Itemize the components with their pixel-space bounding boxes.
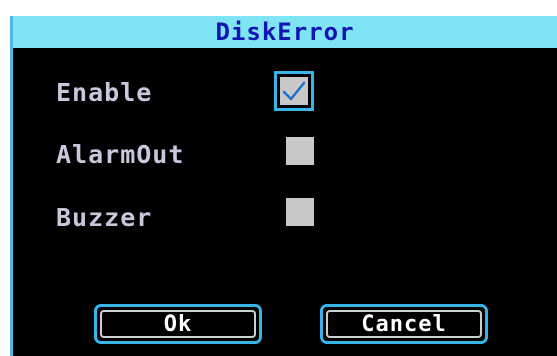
enable-checkbox[interactable] (274, 71, 314, 111)
cancel-button[interactable]: Cancel (320, 304, 488, 344)
ok-button-label: Ok (100, 310, 256, 338)
ok-button[interactable]: Ok (94, 304, 262, 344)
checkmark-icon (282, 81, 306, 101)
disk-error-dialog: DiskError Enable AlarmOut Buzzer Ok Canc… (10, 16, 557, 356)
buzzer-checkbox[interactable] (286, 198, 314, 226)
buzzer-label: Buzzer (56, 203, 153, 232)
alarmout-label: AlarmOut (56, 140, 185, 169)
alarmout-checkbox[interactable] (286, 137, 314, 165)
enable-label: Enable (56, 78, 153, 107)
cancel-button-label: Cancel (326, 310, 482, 338)
dialog-title: DiskError (215, 18, 355, 46)
dialog-title-bar: DiskError (13, 16, 557, 48)
